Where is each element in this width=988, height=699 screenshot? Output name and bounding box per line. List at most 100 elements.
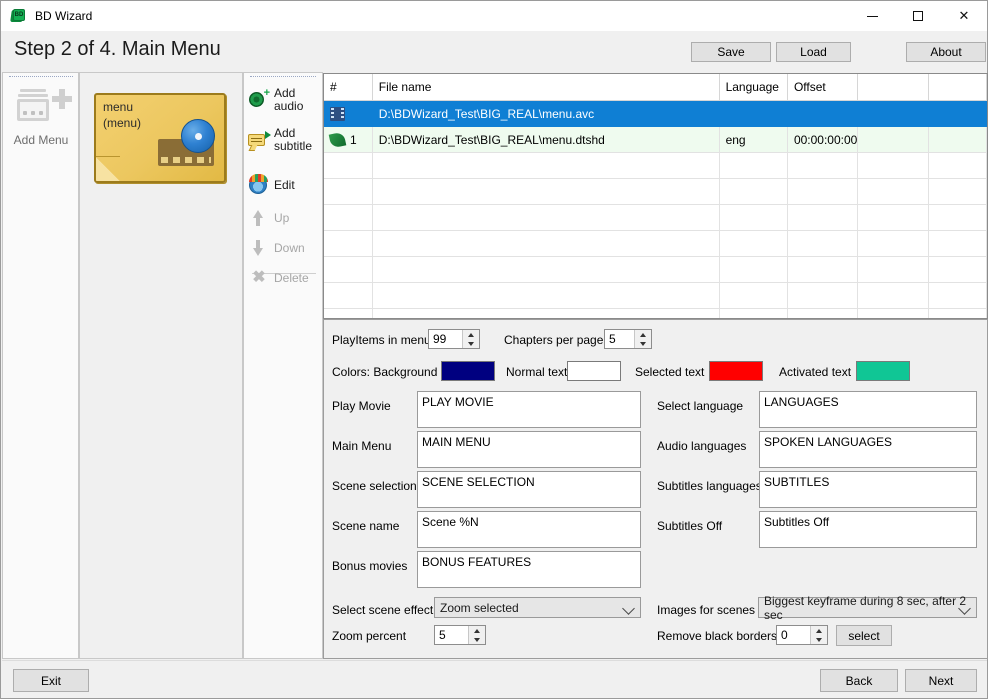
maximize-button[interactable]: [895, 1, 941, 31]
move-up-button[interactable]: Up: [248, 203, 322, 233]
empty-cell: [719, 231, 787, 257]
minimize-button[interactable]: [849, 1, 895, 31]
close-button[interactable]: ✕: [941, 1, 987, 31]
column-header-filename[interactable]: File name: [372, 74, 719, 101]
empty-cell: [787, 179, 857, 205]
arrow-down-icon: [248, 237, 270, 259]
window-title: BD Wizard: [35, 9, 92, 23]
empty-cell: [787, 257, 857, 283]
images-for-scenes-select[interactable]: Biggest keyframe during 8 sec, after 2 s…: [758, 597, 977, 618]
main-menu-label: Main Menu: [332, 439, 391, 453]
zoom-percent-value[interactable]: 5: [435, 628, 468, 642]
black-borders-increment[interactable]: [811, 626, 827, 635]
empty-cell: [324, 179, 372, 205]
row-filename-cell: D:\BDWizard_Test\BIG_REAL\menu.avc: [372, 101, 719, 127]
footer-bar: Exit Back Next: [2, 660, 987, 698]
edit-button[interactable]: Edit: [248, 170, 322, 200]
back-button[interactable]: Back: [820, 669, 898, 692]
file-list-table[interactable]: # File name Language Offset D:\BDWizard_…: [323, 73, 988, 319]
playitems-decrement[interactable]: [463, 339, 479, 348]
column-header-language[interactable]: Language: [719, 74, 787, 101]
row-filename-cell: D:\BDWizard_Test\BIG_REAL\menu.dtshd: [372, 127, 719, 153]
empty-cell: [858, 309, 928, 320]
scene-name-input[interactable]: Scene %N: [417, 511, 641, 548]
application-window: BD BD Wizard ✕ Step 2 of 4. Main Menu Sa…: [0, 0, 988, 699]
table-empty-row[interactable]: [324, 283, 987, 309]
table-empty-row[interactable]: [324, 309, 987, 320]
playitems-increment[interactable]: [463, 330, 479, 339]
next-button[interactable]: Next: [905, 669, 977, 692]
edit-icon: [248, 174, 270, 196]
column-header-index[interactable]: #: [324, 74, 372, 101]
play-movie-input[interactable]: PLAY MOVIE: [417, 391, 641, 428]
delete-label: Delete: [274, 271, 309, 285]
remove-black-borders-value[interactable]: 0: [777, 628, 810, 642]
zoom-percent-stepper[interactable]: 5: [434, 625, 486, 645]
chapters-decrement[interactable]: [635, 339, 651, 348]
subtitles-off-label: Subtitles Off: [657, 519, 722, 533]
exit-button[interactable]: Exit: [13, 669, 89, 692]
bonus-movies-label: Bonus movies: [332, 559, 407, 573]
table-empty-row[interactable]: [324, 179, 987, 205]
menu-thumbnails-panel: menu (menu): [79, 72, 243, 659]
remove-black-borders-label: Remove black borders: [657, 629, 777, 643]
row-extra-1-cell: [858, 127, 928, 153]
column-header-extra-2[interactable]: [928, 74, 986, 101]
table-empty-row[interactable]: [324, 205, 987, 231]
row-language-cell: [719, 101, 787, 127]
playitems-stepper[interactable]: 99: [428, 329, 480, 349]
empty-cell: [858, 179, 928, 205]
table-empty-row[interactable]: [324, 257, 987, 283]
selected-text-color-swatch[interactable]: [709, 361, 763, 381]
about-button[interactable]: About: [906, 42, 986, 62]
bonus-movies-input[interactable]: BONUS FEATURES: [417, 551, 641, 588]
table-row[interactable]: D:\BDWizard_Test\BIG_REAL\menu.avc: [324, 101, 987, 127]
scene-selection-input[interactable]: SCENE SELECTION: [417, 471, 641, 508]
empty-cell: [787, 283, 857, 309]
main-menu-input[interactable]: MAIN MENU: [417, 431, 641, 468]
activated-text-color-swatch[interactable]: [856, 361, 910, 381]
table-empty-row[interactable]: [324, 153, 987, 179]
scene-effect-value: Zoom selected: [440, 601, 519, 615]
zoom-percent-increment[interactable]: [469, 626, 485, 635]
table-header-row: # File name Language Offset: [324, 74, 987, 101]
add-menu-button[interactable]: Add Menu: [5, 83, 77, 158]
chapters-stepper[interactable]: 5: [604, 329, 652, 349]
move-down-button[interactable]: Down: [248, 233, 322, 263]
black-borders-decrement[interactable]: [811, 635, 827, 644]
select-language-input[interactable]: LANGUAGES: [759, 391, 977, 428]
table-empty-row[interactable]: [324, 231, 987, 257]
table-row[interactable]: 1D:\BDWizard_Test\BIG_REAL\menu.dtshdeng…: [324, 127, 987, 153]
add-subtitle-button[interactable]: Add subtitle: [248, 125, 322, 155]
page-title: Step 2 of 4. Main Menu: [14, 38, 221, 61]
subtitles-off-input[interactable]: Subtitles Off: [759, 511, 977, 548]
row-extra-1-cell: [858, 101, 928, 127]
chapters-increment[interactable]: [635, 330, 651, 339]
empty-cell: [372, 179, 719, 205]
empty-cell: [719, 179, 787, 205]
empty-cell: [324, 153, 372, 179]
add-menu-icon: [15, 87, 67, 127]
audio-languages-input[interactable]: SPOKEN LANGUAGES: [759, 431, 977, 468]
load-button[interactable]: Load: [776, 42, 851, 62]
playitems-value[interactable]: 99: [429, 332, 462, 346]
empty-cell: [787, 205, 857, 231]
add-audio-button[interactable]: + Add audio: [248, 85, 322, 115]
normal-text-label: Normal text: [506, 365, 567, 379]
select-borders-button[interactable]: select: [836, 625, 892, 646]
delete-button[interactable]: ✖ Delete: [248, 263, 322, 293]
column-header-offset[interactable]: Offset: [787, 74, 857, 101]
chapters-value[interactable]: 5: [605, 332, 634, 346]
column-header-extra-1[interactable]: [858, 74, 928, 101]
add-menu-panel: Add Menu: [2, 72, 79, 659]
remove-black-borders-stepper[interactable]: 0: [776, 625, 828, 645]
normal-text-color-swatch[interactable]: [567, 361, 621, 381]
tools-dotted-divider: [250, 76, 316, 78]
save-button[interactable]: Save: [691, 42, 771, 62]
menu-thumbnail[interactable]: menu (menu): [94, 93, 226, 183]
background-color-swatch[interactable]: [441, 361, 495, 381]
subtitles-languages-input[interactable]: SUBTITLES: [759, 471, 977, 508]
empty-cell: [928, 283, 986, 309]
zoom-percent-decrement[interactable]: [469, 635, 485, 644]
scene-effect-select[interactable]: Zoom selected: [434, 597, 641, 618]
